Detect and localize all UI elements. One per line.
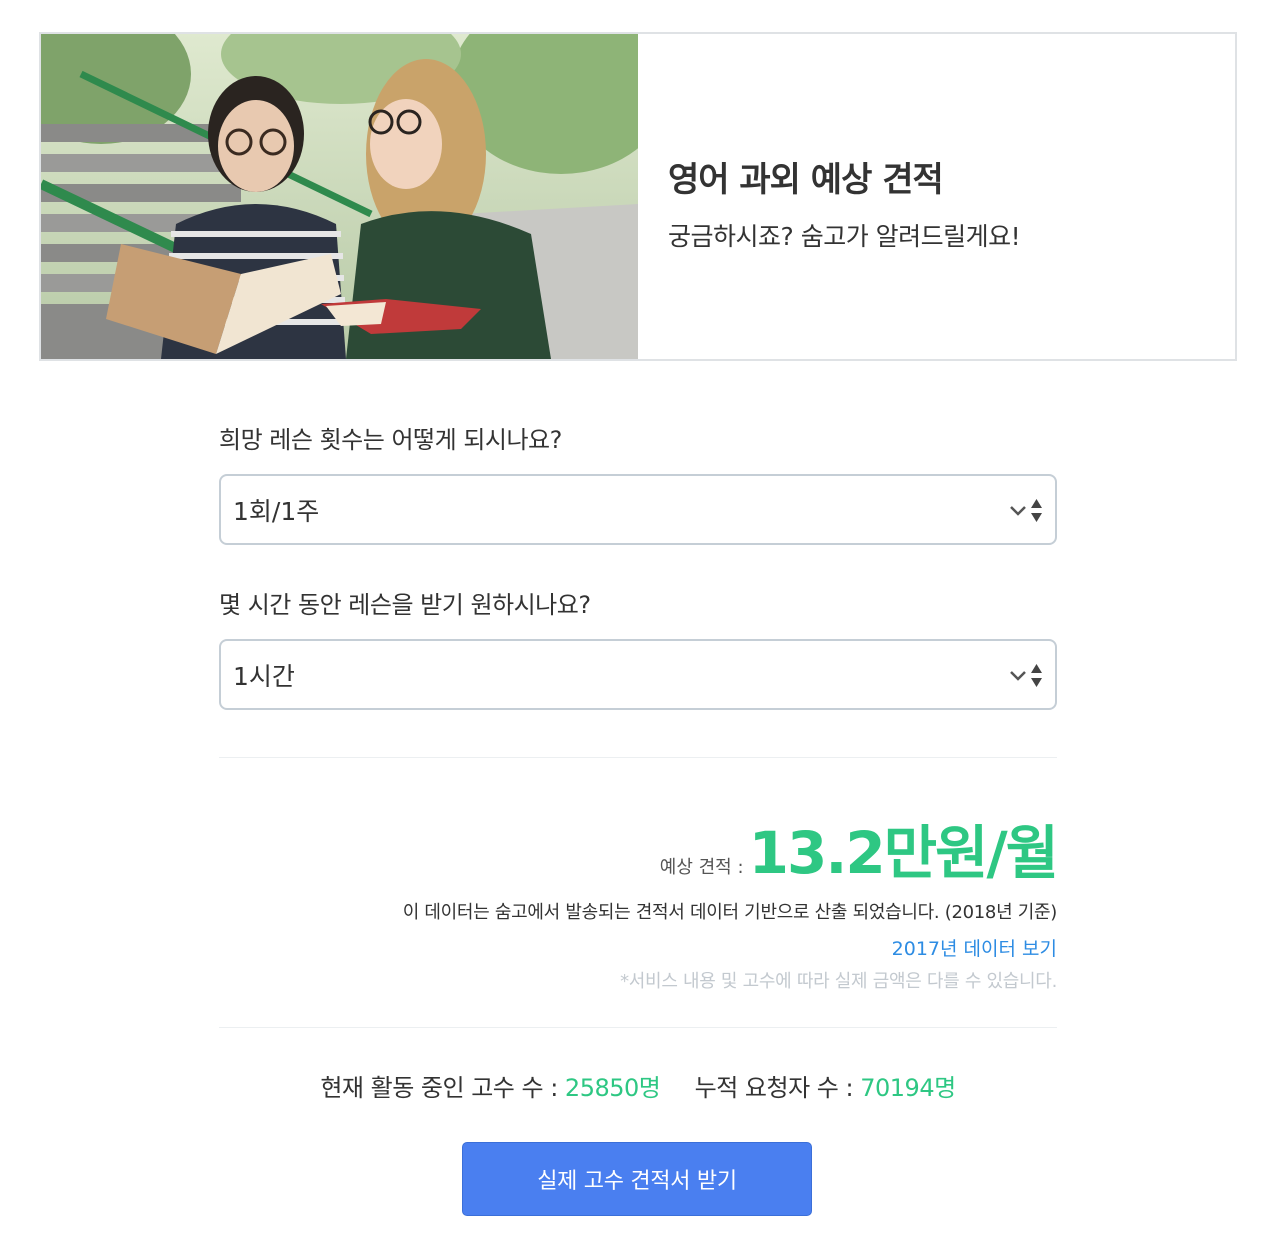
select-arrows-icon bbox=[1010, 499, 1042, 522]
estimate-row: 예상 견적 : 13.2만원/월 bbox=[219, 806, 1059, 887]
lesson-frequency-select[interactable]: 1회/1주 bbox=[219, 474, 1057, 545]
total-requesters-label: 누적 요청자 수 : bbox=[694, 1074, 854, 1102]
banner: 영어 과외 예상 견적 궁금하시죠? 숨고가 알려드릴게요! bbox=[39, 32, 1237, 361]
total-requesters-count: 70194명 bbox=[860, 1074, 956, 1102]
get-quotes-button[interactable]: 실제 고수 견적서 받기 bbox=[462, 1142, 812, 1216]
lesson-duration-question: 몇 시간 동안 레슨을 받기 원하시나요? bbox=[219, 591, 591, 619]
lesson-duration-value: 1시간 bbox=[233, 661, 295, 691]
banner-title: 영어 과외 예상 견적 bbox=[668, 160, 944, 200]
banner-subtitle: 궁금하시죠? 숨고가 알려드릴게요! bbox=[668, 222, 1021, 251]
students-reading-image bbox=[41, 34, 638, 359]
data-source-note: 이 데이터는 숨고에서 발송되는 견적서 데이터 기반으로 산출 되었습니다. … bbox=[402, 902, 1058, 923]
banner-photo bbox=[41, 34, 638, 359]
active-experts-count: 25850명 bbox=[564, 1074, 661, 1102]
lesson-frequency-value: 1회/1주 bbox=[233, 496, 320, 526]
select-arrows-icon bbox=[1010, 664, 1042, 687]
estimate-value: 13.2만원/월 bbox=[748, 819, 1059, 887]
lesson-duration-select[interactable]: 1시간 bbox=[219, 639, 1057, 710]
divider bbox=[219, 757, 1057, 758]
banner-text: 영어 과외 예상 견적 궁금하시죠? 숨고가 알려드릴게요! bbox=[638, 34, 1235, 359]
stats-row: 현재 활동 중인 고수 수 : 25850명 누적 요청자 수 : 70194명 bbox=[219, 1068, 1057, 1103]
lesson-frequency-question: 희망 레슨 횟수는 어떻게 되시나요? bbox=[219, 426, 562, 454]
divider bbox=[219, 1027, 1057, 1028]
estimate-form: 희망 레슨 횟수는 어떻게 되시나요? 1회/1주 몇 시간 동안 레슨을 받기… bbox=[219, 420, 1059, 1103]
view-2017-data-link[interactable]: 2017년 데이터 보기 bbox=[219, 934, 1057, 961]
price-disclaimer: *서비스 내용 및 고수에 따라 실제 금액은 다를 수 있습니다. bbox=[620, 971, 1057, 992]
estimate-label: 예상 견적 : bbox=[659, 857, 744, 878]
active-experts-label: 현재 활동 중인 고수 수 : bbox=[320, 1074, 558, 1102]
